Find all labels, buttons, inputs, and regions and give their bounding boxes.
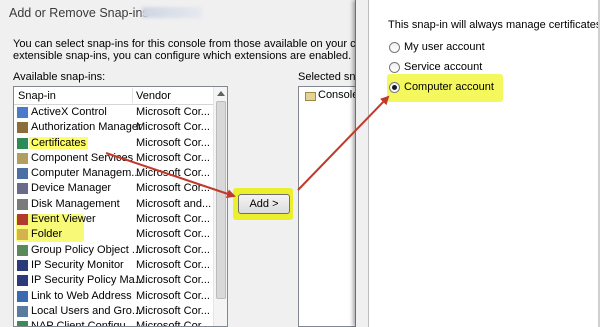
folder-icon [305, 92, 316, 101]
snapin-vendor: Microsoft Cor... [136, 167, 210, 180]
snapin-vendor: Microsoft Cor... [136, 304, 210, 317]
scrollbar-thumb[interactable] [216, 101, 226, 299]
snapin-row[interactable]: IP Security Monitor Microsoft Cor... [14, 258, 214, 273]
radio-label: My user account [404, 41, 485, 53]
snapin-row[interactable]: Authorization Manager Microsoft Cor... [14, 120, 214, 135]
snapin-row[interactable]: Device Manager Microsoft Cor... [14, 181, 214, 196]
snapin-name: Local Users and Gro... [31, 304, 142, 317]
snapin-name: Authorization Manager [31, 121, 142, 134]
snapin-name: Link to Web Address [31, 289, 132, 302]
snapin-row[interactable]: Local Users and Gro... Microsoft Cor... [14, 304, 214, 319]
snapin-name: Device Manager [31, 182, 112, 195]
snapin-name: ActiveX Control [31, 106, 107, 118]
snapin-rows: ActiveX Control Microsoft Cor... Authoriza… [14, 105, 214, 327]
activex-icon [17, 107, 28, 118]
certificates-snapin-dialog: This snap-in will always manage certific… [355, 0, 600, 327]
snapin-row[interactable]: Event Viewer Microsoft Cor... [14, 212, 214, 227]
computer-management-icon [17, 168, 28, 180]
certificates-dialog-content: This snap-in will always manage certific… [368, 0, 600, 327]
snapin-vendor: Microsoft and... [136, 197, 212, 210]
snapin-row[interactable]: Link to Web Address Microsoft Cor... [14, 289, 214, 304]
snapin-vendor: Microsoft Cor... [136, 228, 210, 241]
snapin-name: Component Services [31, 151, 134, 164]
authorization-icon [17, 122, 28, 134]
snapin-row[interactable]: Certificates Microsoft Cor... [14, 136, 214, 151]
snapin-name: Event Viewer [31, 213, 96, 226]
certificates-icon [17, 137, 28, 149]
local-users-icon [17, 305, 28, 317]
radio-button-selected-icon[interactable] [389, 82, 400, 93]
snapin-name: IP Security Monitor [31, 258, 124, 271]
manage-certificates-label: This snap-in will always manage certific… [388, 19, 600, 31]
description-line-1: You can select snap-ins for this console… [13, 38, 396, 50]
scroll-up-arrow-icon[interactable] [217, 91, 225, 96]
snapin-name: IP Security Policy Ma... [31, 274, 144, 287]
radio-label: Service account [404, 61, 483, 73]
component-services-icon [17, 152, 28, 164]
group-policy-icon [17, 244, 28, 256]
snapin-row[interactable]: Group Policy Object ... Microsoft Cor... [14, 243, 214, 258]
snapin-row[interactable]: Disk Management Microsoft and... [14, 197, 214, 212]
snapin-row[interactable]: NAP Client Configu... Microsoft Cor... [14, 319, 214, 327]
radio-dot [392, 85, 397, 90]
column-header-snapin[interactable]: Snap-in [18, 90, 56, 102]
snapin-vendor: Microsoft Cor... [136, 121, 210, 134]
radio-label: Computer account [404, 81, 494, 93]
snapin-vendor: Microsoft Cor... [136, 320, 210, 327]
list-header: Snap-in Vendor [14, 87, 214, 105]
link-icon [17, 290, 28, 302]
dialog-title: Add or Remove Snap-ins [9, 6, 149, 20]
column-header-vendor[interactable]: Vendor [136, 90, 171, 102]
ip-security-policy-icon [17, 275, 28, 287]
snapin-vendor: Microsoft Cor... [136, 182, 210, 195]
radio-button-icon[interactable] [389, 42, 400, 53]
snapin-vendor: Microsoft Cor... [136, 274, 210, 287]
event-viewer-icon [17, 214, 28, 226]
snapin-vendor: Microsoft Cor... [136, 106, 210, 118]
disk-management-icon [17, 198, 28, 210]
snapin-vendor: Microsoft Cor... [136, 151, 210, 164]
snapin-name: NAP Client Configu... [31, 320, 135, 327]
snapin-vendor: Microsoft Cor... [136, 243, 210, 256]
snapin-name: Certificates [29, 136, 89, 149]
column-separator[interactable] [132, 88, 133, 103]
vertical-scrollbar[interactable] [213, 87, 227, 326]
snapin-row[interactable]: Folder Microsoft Cor... [14, 227, 214, 242]
snapin-row[interactable]: ActiveX Control Microsoft Cor... [14, 105, 214, 120]
snapin-vendor: Microsoft Cor... [136, 289, 210, 302]
available-snapins-list[interactable]: Snap-in Vendor ActiveX Control Microsoft … [13, 86, 228, 327]
ip-security-monitor-icon [17, 259, 28, 271]
snapin-name: Disk Management [31, 197, 120, 210]
radio-button-icon[interactable] [389, 62, 400, 73]
nap-client-icon [17, 321, 28, 326]
snapin-vendor: Microsoft Cor... [136, 213, 210, 226]
folder-icon [17, 229, 28, 241]
add-button[interactable]: Add > [238, 194, 290, 214]
blurred-title-region [142, 7, 202, 18]
snapin-row[interactable]: Computer Managem... Microsoft Cor... [14, 166, 214, 181]
snapin-vendor: Microsoft Cor... [136, 136, 210, 149]
snapin-name: Computer Managem... [31, 167, 141, 180]
snapin-row[interactable]: Component Services Microsoft Cor... [14, 151, 214, 166]
available-snapins-label: Available snap-ins: [13, 71, 106, 83]
snapin-vendor: Microsoft Cor... [136, 258, 210, 271]
description-line-2: extensible snap-ins, you can configure w… [13, 50, 352, 62]
snapin-row[interactable]: IP Security Policy Ma... Microsoft Cor... [14, 273, 214, 288]
snapin-name: Folder [31, 228, 63, 241]
snapin-name: Group Policy Object ... [31, 243, 142, 256]
device-manager-icon [17, 183, 28, 195]
add-remove-snapins-dialog: Add or Remove Snap-ins You can select sn… [0, 0, 396, 327]
